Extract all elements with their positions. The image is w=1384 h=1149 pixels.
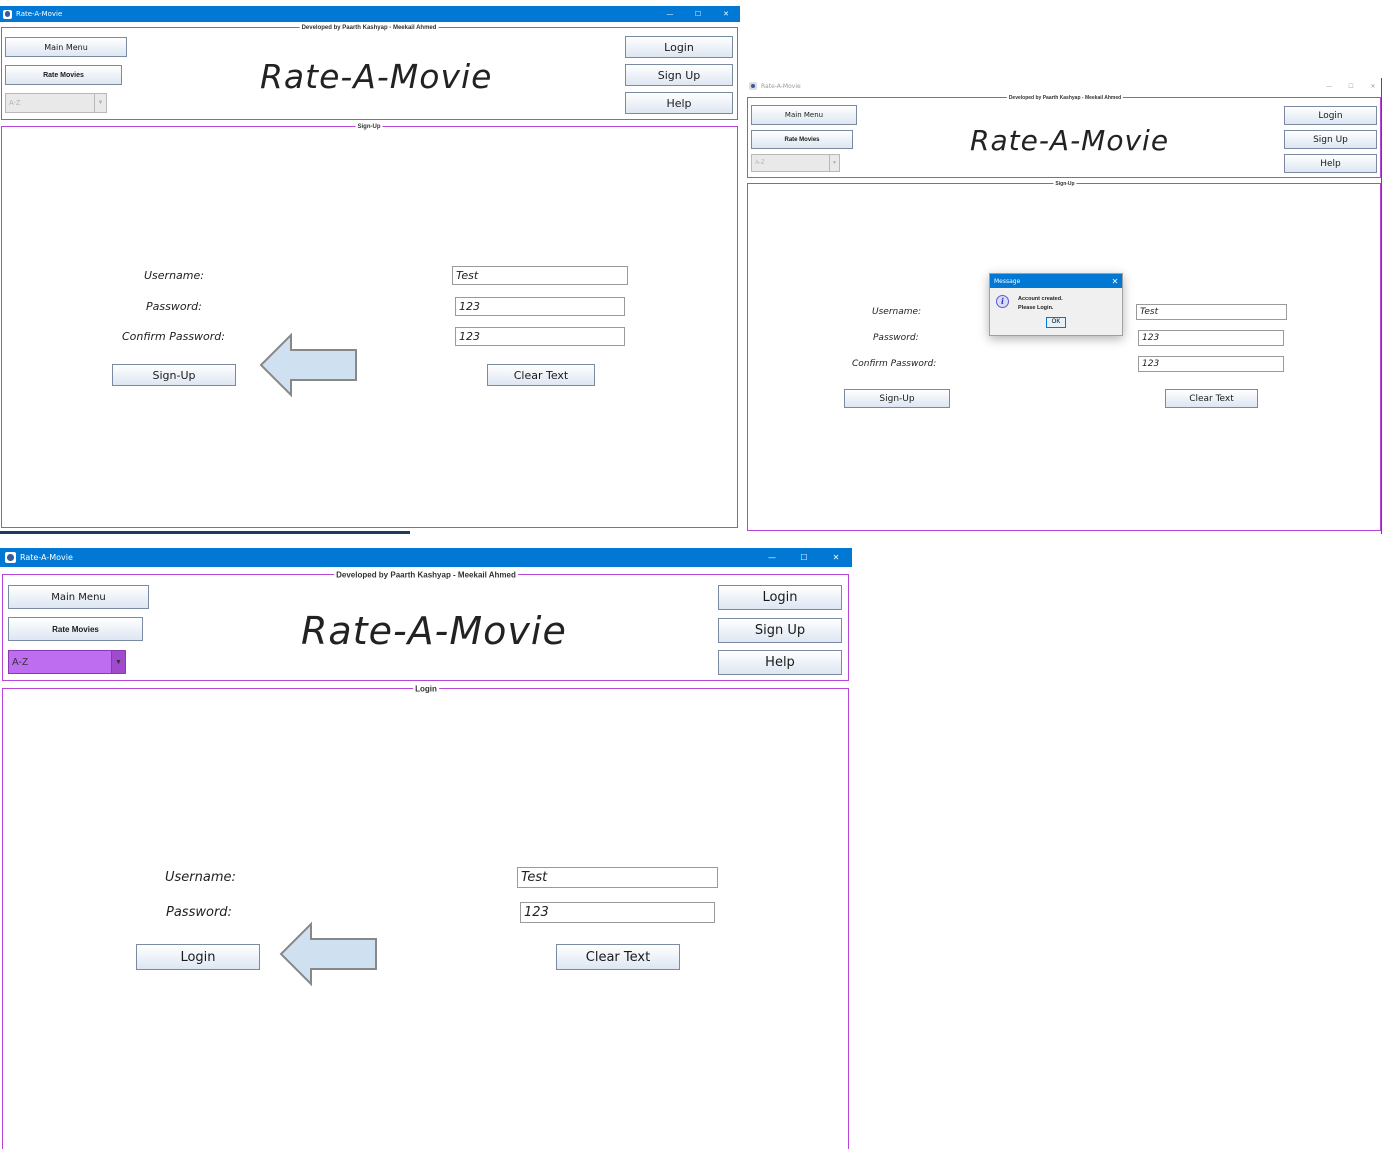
signup-submit-button[interactable]: Sign-Up xyxy=(112,364,236,386)
help-nav-button[interactable]: Help xyxy=(625,92,733,114)
login-nav-button[interactable]: Login xyxy=(718,585,842,610)
sort-combo-value: A-Z xyxy=(9,99,21,107)
close-icon[interactable]: ✕ xyxy=(820,553,852,562)
clear-text-button[interactable]: Clear Text xyxy=(1165,389,1258,408)
confirm-window-titlebar[interactable]: Rate-A-Movie — ☐ ✕ xyxy=(746,78,1384,94)
clear-text-button[interactable]: Clear Text xyxy=(556,944,680,970)
sort-combo-value: A-Z xyxy=(755,160,765,166)
main-menu-button[interactable]: Main Menu xyxy=(751,105,857,125)
signup-confirm-window: Rate-A-Movie — ☐ ✕ Developed by Paarth K… xyxy=(746,78,1384,534)
maximize-icon[interactable]: ☐ xyxy=(788,553,820,562)
dialog-ok-button[interactable]: OK xyxy=(1046,317,1066,328)
rate-movies-button[interactable]: Rate Movies xyxy=(5,65,122,85)
clear-text-button[interactable]: Clear Text xyxy=(487,364,595,386)
signup-legend: Sign-Up xyxy=(1053,181,1077,187)
password-label: Password: xyxy=(146,300,202,313)
sort-combo[interactable]: A-Z ▼ xyxy=(5,93,107,113)
dropdown-arrow-icon[interactable]: ▼ xyxy=(111,651,125,673)
confirm-password-field[interactable]: 123 xyxy=(1138,356,1284,372)
help-nav-button[interactable]: Help xyxy=(718,650,842,675)
signup-nav-button[interactable]: Sign Up xyxy=(718,618,842,643)
main-menu-button[interactable]: Main Menu xyxy=(5,37,127,57)
username-field[interactable]: Test xyxy=(1136,304,1287,320)
login-window-titlebar[interactable]: Rate-A-Movie — ☐ ✕ xyxy=(0,548,852,567)
username-label: Username: xyxy=(872,307,922,317)
app-icon xyxy=(749,82,757,90)
password-field[interactable]: 123 xyxy=(520,902,715,923)
window-title: Rate-A-Movie xyxy=(16,10,63,18)
app-icon xyxy=(3,9,12,19)
login-legend: Login xyxy=(413,684,439,694)
header-panel: Developed by Paarth Kashyap - Meekail Ah… xyxy=(1,25,738,120)
window-title: Rate-A-Movie xyxy=(761,82,801,90)
minimize-icon[interactable]: — xyxy=(1318,83,1340,90)
close-icon[interactable]: ✕ xyxy=(1108,277,1122,286)
signup-submit-button[interactable]: Sign-Up xyxy=(844,389,950,408)
header-panel: Developed by Paarth Kashyap - Meekail Ah… xyxy=(747,95,1381,178)
window-title: Rate-A-Movie xyxy=(20,553,73,562)
minimize-icon[interactable]: — xyxy=(756,553,788,562)
maximize-icon[interactable]: ☐ xyxy=(684,10,712,18)
app-title: Rate-A-Movie xyxy=(970,124,1170,157)
dropdown-arrow-icon[interactable]: ▼ xyxy=(829,155,839,171)
password-label: Password: xyxy=(166,905,232,920)
close-icon[interactable]: ✕ xyxy=(712,10,740,18)
confirm-password-label: Confirm Password: xyxy=(852,359,937,369)
password-field[interactable]: 123 xyxy=(1138,330,1284,346)
login-window: Rate-A-Movie — ☐ ✕ Developed by Paarth K… xyxy=(0,548,852,1149)
username-label: Username: xyxy=(165,870,236,885)
password-label: Password: xyxy=(873,333,919,343)
sort-combo[interactable]: A-Z ▼ xyxy=(751,154,840,172)
signup-window: Rate-A-Movie — ☐ ✕ Developed by Paarth K… xyxy=(0,6,740,534)
signup-panel: Sign-Up Username: Password: Confirm Pass… xyxy=(1,124,738,528)
message-dialog-titlebar[interactable]: Message ✕ xyxy=(990,274,1122,288)
left-arrow-icon xyxy=(259,332,357,398)
login-nav-button[interactable]: Login xyxy=(1284,106,1377,125)
header-panel: Developed by Paarth Kashyap - Meekail Ah… xyxy=(2,570,849,681)
developer-legend: Developed by Paarth Kashyap - Meekail Ah… xyxy=(299,25,439,31)
maximize-icon[interactable]: ☐ xyxy=(1340,83,1362,90)
signup-nav-button[interactable]: Sign Up xyxy=(1284,130,1377,149)
signup-window-titlebar[interactable]: Rate-A-Movie — ☐ ✕ xyxy=(0,6,740,22)
login-nav-button[interactable]: Login xyxy=(625,36,733,58)
left-arrow-icon xyxy=(279,921,377,987)
taskbar-strip xyxy=(0,531,410,534)
app-icon xyxy=(5,552,16,563)
minimize-icon[interactable]: — xyxy=(656,10,684,18)
sort-combo-value: A-Z xyxy=(12,656,29,668)
info-icon: i xyxy=(996,295,1009,308)
login-panel: Login Username: Password: Test 123 Login… xyxy=(2,684,849,1149)
message-dialog: Message ✕ i Account created. Please Logi… xyxy=(989,273,1123,336)
developer-legend: Developed by Paarth Kashyap - Meekail Ah… xyxy=(334,570,518,580)
rate-movies-button[interactable]: Rate Movies xyxy=(751,130,853,149)
developer-legend: Developed by Paarth Kashyap - Meekail Ah… xyxy=(1006,95,1124,101)
signup-panel: Sign-Up Username: Password: Confirm Pass… xyxy=(747,181,1381,531)
confirm-password-label: Confirm Password: xyxy=(122,330,225,343)
username-label: Username: xyxy=(144,269,204,282)
dialog-message-line2: Please Login. xyxy=(1018,305,1054,311)
dropdown-arrow-icon[interactable]: ▼ xyxy=(94,94,106,112)
username-field[interactable]: Test xyxy=(452,266,628,285)
main-menu-button[interactable]: Main Menu xyxy=(8,585,149,609)
window-edge xyxy=(1381,78,1382,534)
password-field[interactable]: 123 xyxy=(455,297,625,316)
signup-nav-button[interactable]: Sign Up xyxy=(625,64,733,86)
login-submit-button[interactable]: Login xyxy=(136,944,260,970)
sort-combo[interactable]: A-Z ▼ xyxy=(8,650,126,674)
help-nav-button[interactable]: Help xyxy=(1284,154,1377,173)
rate-movies-button[interactable]: Rate Movies xyxy=(8,617,143,641)
signup-legend: Sign-Up xyxy=(355,124,383,130)
username-field[interactable]: Test xyxy=(517,867,718,888)
app-title: Rate-A-Movie xyxy=(260,57,493,96)
dialog-title: Message xyxy=(994,277,1021,285)
confirm-password-field[interactable]: 123 xyxy=(455,327,625,346)
app-title: Rate-A-Movie xyxy=(301,609,567,653)
